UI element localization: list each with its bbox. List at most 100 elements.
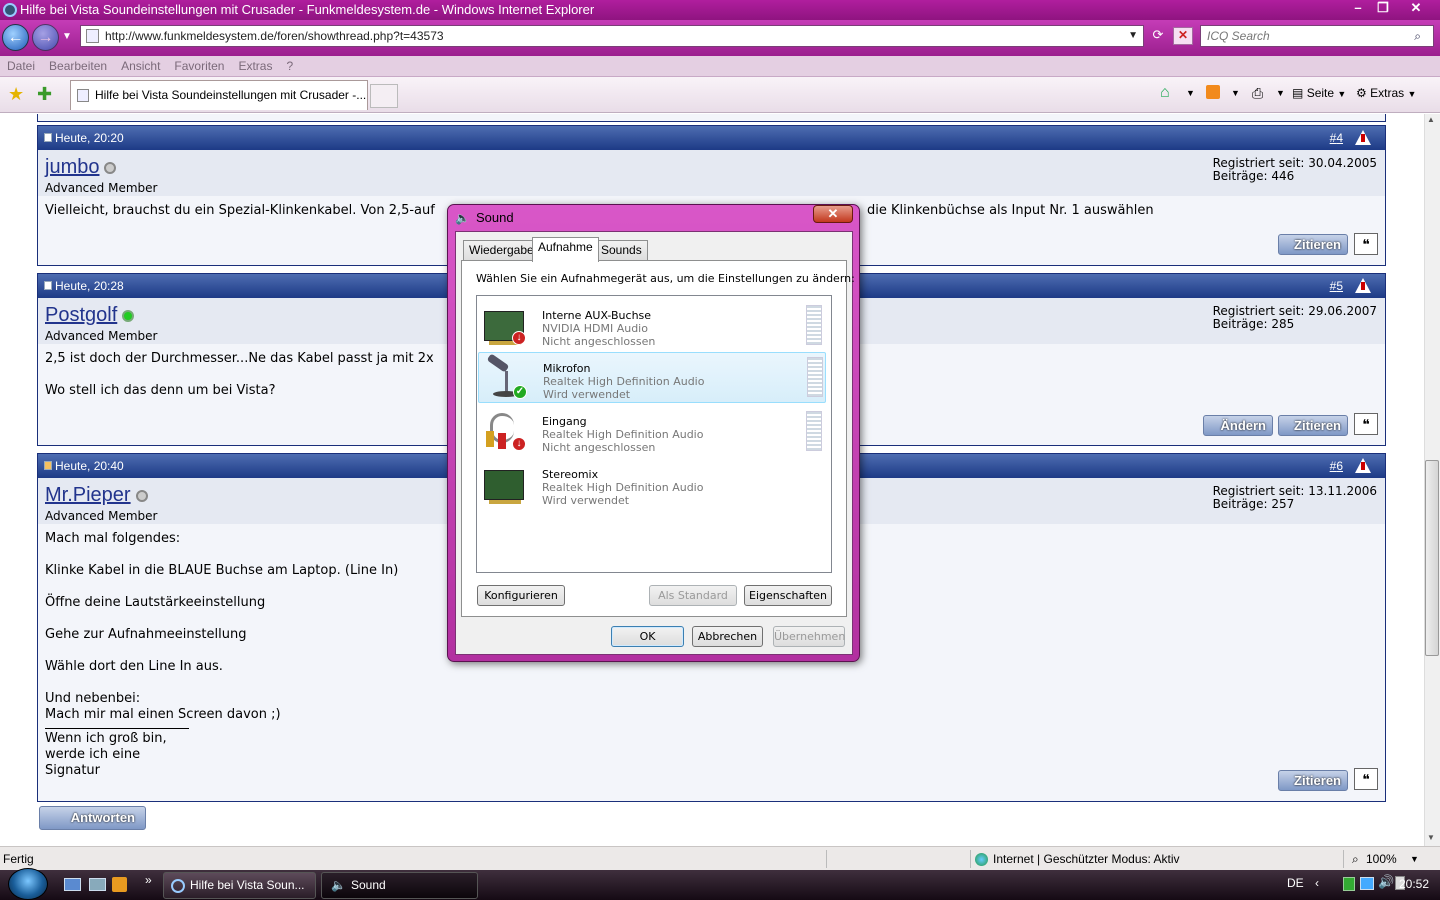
new-tab-button[interactable] (370, 84, 398, 108)
device-item[interactable]: ↓ Interne AUX-Buchse NVIDIA HDMI Audio N… (478, 299, 826, 350)
offline-status-icon (104, 161, 117, 174)
tools-menu-label: Extras (1370, 86, 1405, 100)
stop-icon[interactable]: ✕ (1173, 27, 1193, 45)
quote-button[interactable]: Zitieren (1278, 415, 1348, 436)
zoom-level[interactable]: 100% (1366, 847, 1397, 871)
ok-button[interactable]: OK (611, 626, 684, 647)
volume-icon[interactable]: 🔊 (1378, 874, 1394, 890)
taskbar-item-ie[interactable]: Hilfe bei Vista Soun... (163, 872, 316, 899)
page-menu[interactable]: ▤ Seite ▼ (1292, 85, 1346, 102)
forward-icon[interactable]: → (32, 24, 59, 51)
post-number-link[interactable]: #5 (1330, 274, 1343, 298)
page-menu-icon: ▤ (1292, 86, 1304, 100)
minimize-button[interactable]: – (1345, 0, 1371, 18)
clock[interactable]: 20:52 (1399, 877, 1429, 891)
multi-quote-icon[interactable]: ❝ (1354, 233, 1378, 255)
favorites-star-icon[interactable]: ★ (8, 84, 24, 105)
user-stats: Registriert seit: 13.11.2006 Beiträge: 25… (1213, 485, 1377, 511)
status-bar: Fertig Internet | Geschützter Modus: Akt… (0, 846, 1440, 870)
menu-bearbeiten[interactable]: Bearbeiten (42, 56, 114, 77)
security-zone[interactable]: Internet | Geschützter Modus: Aktiv (993, 847, 1180, 871)
rss-icon[interactable] (1206, 85, 1220, 99)
post-icon (44, 281, 52, 290)
username-link[interactable]: Mr.Pieper (45, 484, 148, 507)
address-dropdown-icon[interactable]: ▼ (1128, 26, 1138, 46)
device-item[interactable]: Stereomix Realtek High Definition Audio … (478, 458, 826, 509)
search-input[interactable]: ICQ Search ⌕ (1200, 25, 1434, 47)
device-state: Wird verwendet (543, 388, 631, 401)
report-warning-icon[interactable] (1355, 130, 1371, 145)
menu-help[interactable]: ? (279, 56, 300, 77)
set-default-button[interactable]: Als Standard (649, 585, 737, 606)
tab-current[interactable]: Hilfe bei Vista Soundeinstellungen mit C… (70, 80, 368, 110)
tools-menu[interactable]: ⚙ Extras ▼ (1356, 85, 1416, 102)
configure-button[interactable]: Konfigurieren (477, 585, 565, 606)
properties-label: Eigenschaften (749, 589, 827, 602)
tab-wiedergabe[interactable]: Wiedergabe (463, 240, 540, 261)
maximize-button[interactable]: ❐ (1370, 0, 1396, 18)
search-icon[interactable]: ⌕ (1414, 26, 1421, 46)
add-favorite-icon[interactable]: ✚ (37, 84, 52, 105)
scroll-down-icon[interactable]: ▼ (1427, 833, 1435, 842)
device-item[interactable]: ↓ Eingang Realtek High Definition Audio … (478, 405, 826, 456)
quote-button[interactable]: Zitieren (1278, 234, 1348, 255)
power-icon[interactable] (1343, 877, 1355, 891)
gear-icon: ⚙ (1356, 86, 1367, 100)
close-window-button[interactable]: ✕ (1400, 0, 1432, 18)
home-dropdown-icon[interactable]: ▼ (1186, 85, 1195, 101)
username-link[interactable]: Postgolf (45, 304, 135, 327)
taskbar-item-sound[interactable]: 🔈 Sound (321, 872, 478, 899)
menu-extras[interactable]: Extras (231, 56, 279, 77)
quicklaunch-more-icon[interactable]: » (145, 873, 152, 887)
print-icon[interactable]: ⎙ (1252, 85, 1263, 101)
history-dropdown-icon[interactable]: ▼ (62, 31, 72, 42)
post-number: 4 (1336, 131, 1343, 145)
ie-icon (3, 3, 17, 17)
show-desktop-icon[interactable] (64, 878, 81, 891)
edit-button[interactable]: Ändern (1203, 415, 1273, 436)
status-divider (1343, 850, 1344, 868)
switch-windows-icon[interactable] (89, 878, 106, 891)
back-icon[interactable]: ← (2, 24, 29, 51)
apply-button[interactable]: Übernehmen (773, 626, 845, 647)
menu-favoriten[interactable]: Favoriten (167, 56, 231, 77)
scroll-up-icon[interactable]: ▲ (1427, 115, 1435, 124)
post-icon (44, 133, 52, 142)
media-player-icon[interactable] (112, 877, 127, 892)
rss-dropdown-icon[interactable]: ▼ (1231, 85, 1240, 101)
refresh-icon[interactable]: ⟳ (1147, 27, 1169, 45)
report-warning-icon[interactable] (1355, 458, 1371, 473)
properties-button[interactable]: Eigenschaften (744, 585, 832, 606)
home-icon[interactable]: ⌂ (1160, 85, 1170, 101)
device-item-selected[interactable]: ✓ Mikrofon Realtek High Definition Audio… (478, 352, 826, 403)
post-text-left: Vielleicht, brauchst du ein Spezial-Klin… (45, 203, 435, 218)
dialog-close-button[interactable]: ✕ (813, 205, 853, 223)
sound-card-icon: ↓ (482, 303, 526, 345)
multi-quote-icon[interactable]: ❝ (1354, 768, 1378, 790)
tab-aufnahme[interactable]: Aufnahme (532, 237, 599, 262)
reply-button[interactable]: Antworten (39, 806, 146, 830)
multi-quote-icon[interactable]: ❝ (1354, 413, 1378, 435)
menu-datei[interactable]: Datei (0, 56, 42, 77)
username-link[interactable]: jumbo (45, 156, 117, 179)
post-number-link[interactable]: #4 (1330, 126, 1343, 150)
quote-button[interactable]: Zitieren (1278, 770, 1348, 791)
address-bar[interactable]: http://www.funkmeldesystem.de/foren/show… (80, 25, 1144, 47)
network-icon[interactable] (1360, 877, 1374, 890)
scrollbar-thumb[interactable] (1425, 460, 1439, 656)
online-status-icon (122, 309, 135, 322)
post-number-link[interactable]: #6 (1330, 454, 1343, 478)
start-button[interactable] (8, 868, 48, 900)
edit-label: Ändern (1220, 418, 1267, 433)
report-warning-icon[interactable] (1355, 278, 1371, 293)
zoom-dropdown-icon[interactable]: ▼ (1410, 847, 1419, 871)
menu-ansicht[interactable]: Ansicht (114, 56, 167, 77)
cancel-button[interactable]: Abbrechen (692, 626, 763, 647)
tray-expand-icon[interactable]: ‹ (1315, 876, 1319, 890)
user-stats: Registriert seit: 29.06.2007 Beiträge: 28… (1213, 305, 1377, 331)
tab-sounds[interactable]: Sounds (595, 240, 648, 261)
post-time: Heute, 20:28 (55, 279, 124, 293)
device-state: Nicht angeschlossen (542, 441, 656, 454)
print-dropdown-icon[interactable]: ▼ (1276, 85, 1285, 101)
language-indicator[interactable]: DE (1287, 876, 1304, 890)
